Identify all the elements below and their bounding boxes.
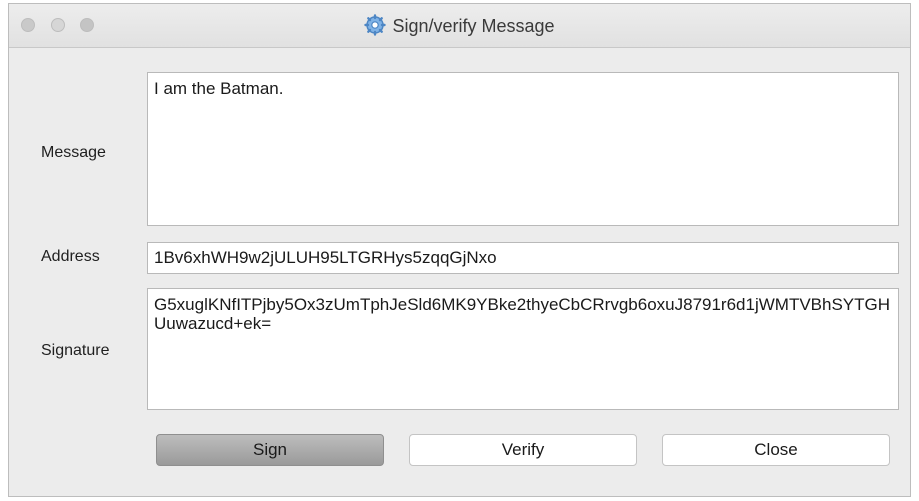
- address-input[interactable]: 1Bv6xhWH9w2jULUH95LTGRHys5zqqGjNxo: [147, 242, 899, 274]
- window-title: Sign/verify Message: [392, 16, 555, 36]
- close-button[interactable]: Close: [662, 434, 890, 466]
- sign-verify-window: Sign/verify Message Message I am the Bat…: [8, 3, 911, 497]
- app-gear-icon: [364, 14, 387, 36]
- title-bar: Sign/verify Message: [9, 4, 910, 48]
- message-label: Message: [41, 144, 106, 161]
- address-label: Address: [41, 248, 100, 265]
- verify-button[interactable]: Verify: [409, 434, 637, 466]
- window-title-group: Sign/verify Message: [9, 14, 910, 37]
- sign-button[interactable]: Sign: [156, 434, 384, 466]
- message-textarea[interactable]: I am the Batman.: [147, 72, 899, 226]
- signature-label: Signature: [41, 342, 110, 359]
- signature-textarea[interactable]: G5xuglKNfITPjby5Ox3zUmTphJeSld6MK9YBke2t…: [147, 288, 899, 410]
